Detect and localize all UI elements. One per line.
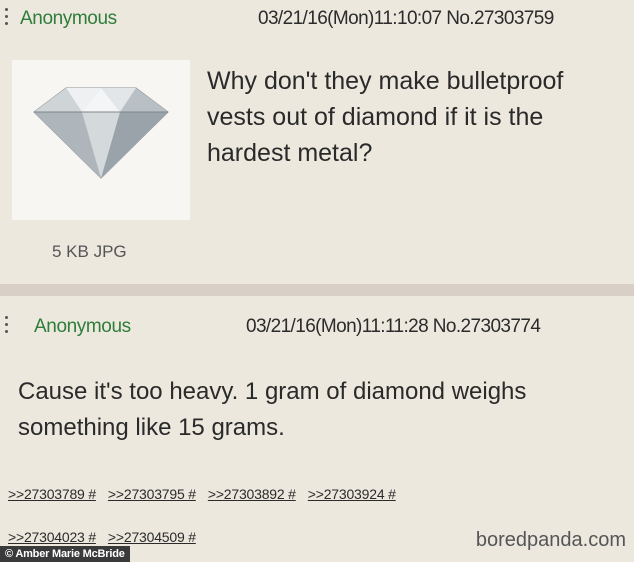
poster-name: Anonymous bbox=[20, 8, 117, 29]
post-menu-icon[interactable] bbox=[4, 316, 10, 337]
diamond-image-icon bbox=[33, 87, 169, 179]
reply-link[interactable]: >>27303789 # bbox=[8, 486, 96, 502]
post-meta: 03/21/16(Mon)11:11:28 No.27303774 bbox=[246, 316, 541, 337]
post-image-thumbnail[interactable] bbox=[12, 60, 190, 220]
reply-link[interactable]: >>27303892 # bbox=[208, 486, 296, 502]
photo-credit: © Amber Marie McBride bbox=[0, 546, 130, 562]
post-menu-icon[interactable] bbox=[4, 8, 10, 29]
reply-link[interactable]: >>27303795 # bbox=[108, 486, 196, 502]
post-body: Why don't they make bulletproof vests ou… bbox=[207, 67, 564, 167]
reply-link[interactable]: >>27303924 # bbox=[308, 486, 396, 502]
reply-link[interactable]: >>27304509 # bbox=[108, 529, 196, 545]
poster-name: Anonymous bbox=[34, 316, 131, 337]
post-header: Anonymous 03/21/16(Mon)11:11:28 No.27303… bbox=[0, 296, 634, 337]
watermark: boredpanda.com bbox=[475, 529, 626, 551]
reply-links-row-1: >>27303789 # >>27303795 # >>27303892 # >>27… bbox=[8, 486, 408, 502]
reply-links-row-2: >>27304023 # >>27304509 # bbox=[8, 529, 208, 545]
post-body: Cause it's too heavy. 1 gram of diamond … bbox=[18, 378, 527, 441]
reply-link[interactable]: >>27304023 # bbox=[8, 529, 96, 545]
post-header: Anonymous 03/21/16(Mon)11:10:07 No.27303… bbox=[0, 0, 634, 36]
file-info: 5 KB JPG bbox=[52, 242, 127, 261]
post-meta: 03/21/16(Mon)11:10:07 No.27303759 bbox=[258, 8, 554, 29]
post-1: Anonymous 03/21/16(Mon)11:10:07 No.27303… bbox=[0, 0, 634, 284]
post-2: Anonymous 03/21/16(Mon)11:11:28 No.27303… bbox=[0, 296, 634, 562]
